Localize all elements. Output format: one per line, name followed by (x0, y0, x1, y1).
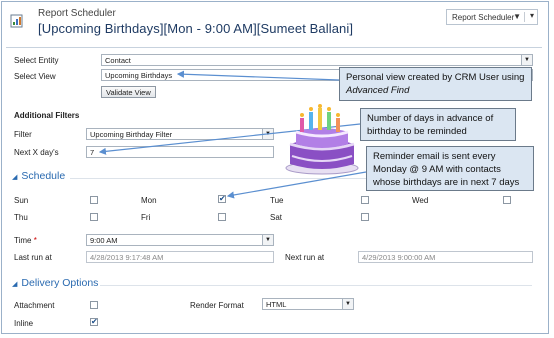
callout-days-advance-line1: Number of days in advance of (367, 113, 494, 124)
callout-days-advance: Number of days in advance of birthday to… (360, 108, 516, 141)
callout-personal-view: Personal view created by CRM User using … (339, 67, 532, 101)
callout-days-advance-line2: birthday to be reminded (367, 126, 467, 137)
callout-personal-view-line2: Advanced Find (346, 85, 410, 96)
callout-reminder-line3: whose birthdays are in next 7 days (373, 177, 520, 188)
callout-reminder-line1: Reminder email is sent every (373, 151, 496, 162)
callout-reminder: Reminder email is sent every Monday @ 9 … (366, 146, 534, 191)
birthday-cake-icon (282, 104, 362, 176)
callout-reminder-line2: Monday @ 9 AM with contacts (373, 164, 501, 175)
arrow-to-view (176, 70, 340, 81)
callout-personal-view-line1: Personal view created by CRM User using (346, 72, 525, 83)
